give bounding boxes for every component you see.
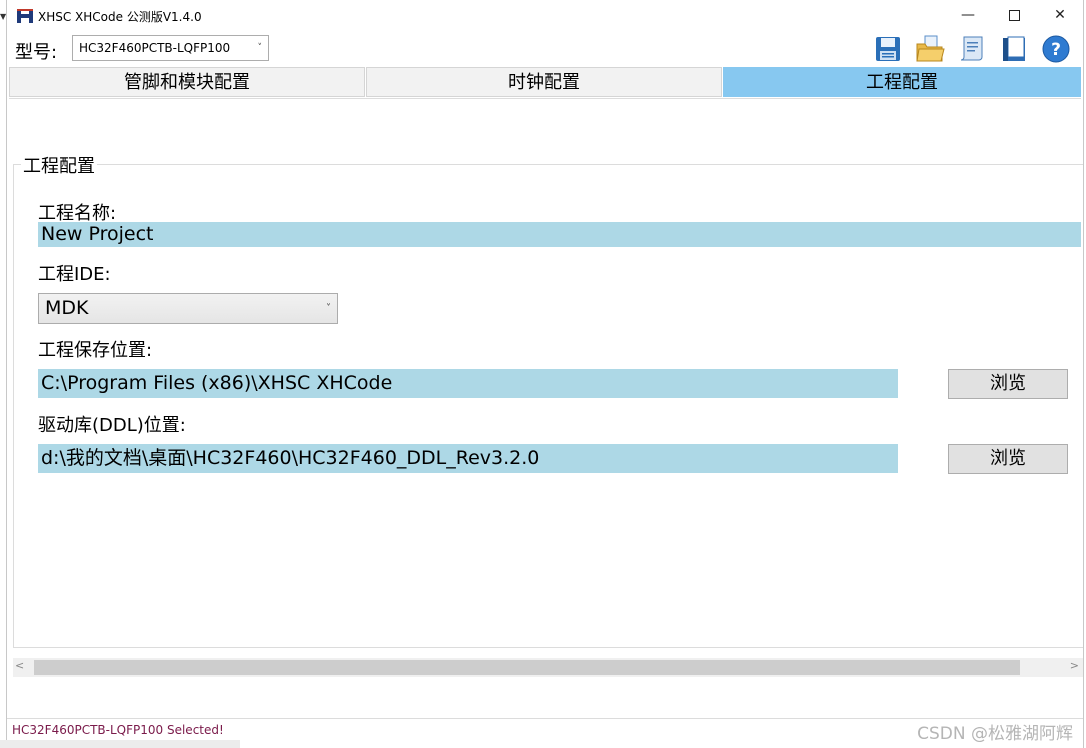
model-select-value: HC32F460PCTB-LQFP100: [79, 41, 231, 55]
book-icon[interactable]: [999, 34, 1029, 64]
open-folder-icon[interactable]: [915, 34, 945, 64]
app-logo-icon: [17, 9, 33, 23]
help-icon[interactable]: ?: [1041, 34, 1071, 64]
save-location-input[interactable]: C:\Program Files (x86)\XHSC XHCode: [38, 369, 898, 398]
status-text: HC32F460PCTB-LQFP100 Selected!: [12, 723, 224, 737]
maximize-icon: [1008, 9, 1020, 21]
scroll-left-icon[interactable]: <: [15, 659, 24, 672]
scroll-icon[interactable]: [957, 34, 987, 64]
browse-ddl-button[interactable]: 浏览: [948, 444, 1068, 474]
tab-clock[interactable]: 时钟配置: [366, 67, 722, 97]
tab-pins-modules[interactable]: 管脚和模块配置: [9, 67, 365, 97]
chevron-down-icon: ˅: [326, 303, 331, 314]
ddl-location-label: 驱动库(DDL)位置:: [38, 415, 186, 436]
maximize-button[interactable]: [991, 0, 1037, 30]
scroll-right-icon[interactable]: >: [1070, 659, 1079, 672]
project-config-panel: 工程配置 工程名称: New Project 工程IDE: MDK ˅ 工程保存…: [9, 98, 1083, 719]
tab-project[interactable]: 工程配置: [723, 67, 1081, 97]
project-ide-label: 工程IDE:: [38, 264, 111, 285]
tab-bar: 管脚和模块配置 时钟配置 工程配置: [9, 67, 1081, 98]
minimize-button[interactable]: —: [945, 0, 991, 30]
title-bar: XHSC XHCode 公测版V1.4.0 — ✕: [7, 0, 1083, 32]
taskbar-strip: [0, 740, 240, 748]
svg-text:?: ?: [1051, 40, 1061, 60]
watermark: CSDN @松雅湖阿辉: [917, 724, 1073, 744]
window-title: XHSC XHCode 公测版V1.4.0: [38, 10, 202, 24]
close-button[interactable]: ✕: [1037, 0, 1083, 30]
app-window: XHSC XHCode 公测版V1.4.0 — ✕ 型号: HC32F460PC…: [6, 0, 1084, 748]
horizontal-scrollbar[interactable]: < >: [13, 658, 1083, 677]
model-select[interactable]: HC32F460PCTB-LQFP100 ˅: [72, 35, 269, 61]
group-title: 工程配置: [21, 152, 97, 178]
browse-save-button[interactable]: 浏览: [948, 369, 1068, 399]
project-ide-select[interactable]: MDK ˅: [38, 293, 338, 324]
project-name-input[interactable]: New Project: [38, 222, 1081, 247]
chevron-down-icon: ˅: [257, 43, 263, 53]
scrollbar-thumb[interactable]: [34, 660, 1020, 675]
ddl-location-input[interactable]: d:\我的文档\桌面\HC32F460\HC32F460_DDL_Rev3.2.…: [38, 444, 898, 473]
status-bar: HC32F460PCTB-LQFP100 Selected! CSDN @松雅湖…: [7, 718, 1083, 744]
save-location-label: 工程保存位置:: [38, 340, 153, 361]
model-label: 型号:: [15, 42, 58, 63]
save-icon[interactable]: [873, 34, 903, 64]
project-ide-value: MDK: [45, 297, 89, 319]
